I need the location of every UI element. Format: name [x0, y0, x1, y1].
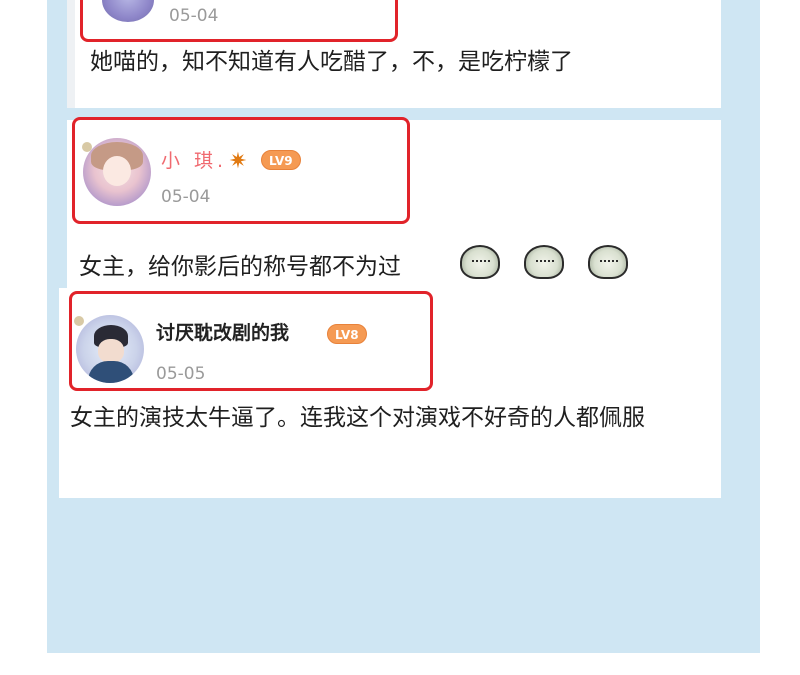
frog-sticker-icon: [524, 245, 564, 279]
highlight-box: [80, 0, 398, 42]
highlight-box: [69, 291, 433, 391]
comment-text: 她喵的，知不知道有人吃醋了，不，是吃柠檬了: [90, 49, 573, 75]
comment-text: 女主的演技太牛逼了。连我这个对演戏不好奇的人都佩服: [70, 405, 645, 431]
card-edge: [67, 0, 75, 108]
frog-sticker-icon: [460, 245, 500, 279]
frog-sticker-icon: [588, 245, 628, 279]
highlight-box: [72, 117, 410, 224]
comment-text: 女主，给你影后的称号都不为过: [79, 254, 401, 280]
